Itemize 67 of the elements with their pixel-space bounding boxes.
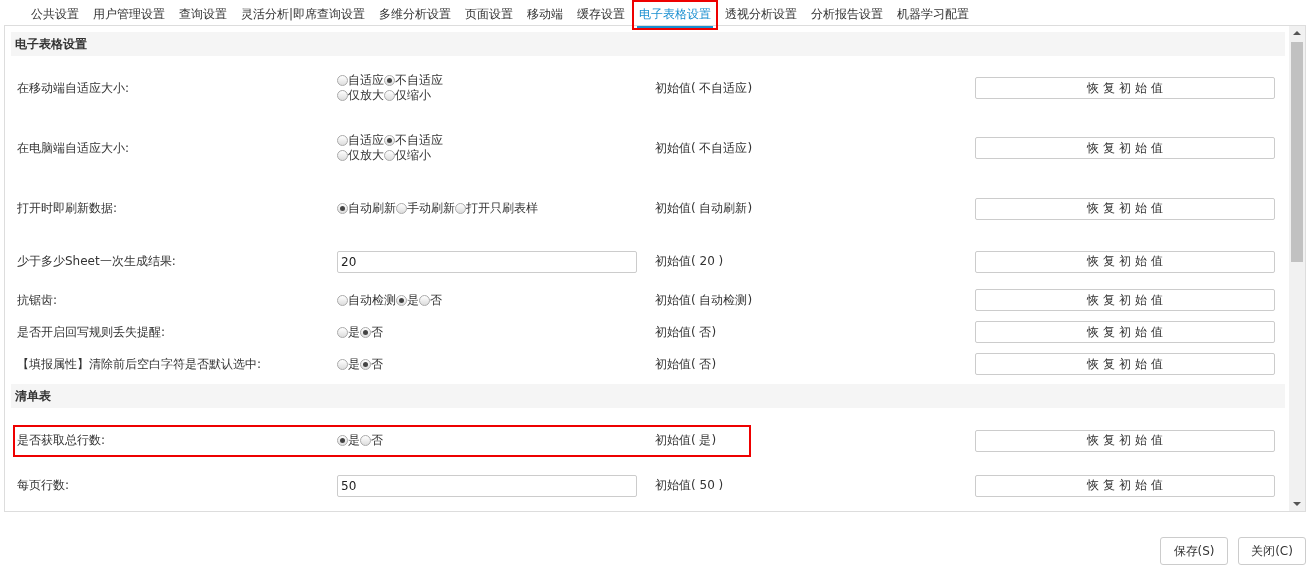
radio-option[interactable]: 手动刷新 [396,201,455,216]
reset-button[interactable]: 恢 复 初 始 值 [975,429,1275,452]
radio-option[interactable]: 否 [360,324,383,340]
scrollbar[interactable] [1289,26,1305,511]
initial-value: 初始值( 否) [655,356,717,371]
tab[interactable]: 灵活分析|即席查询设置 [239,2,368,28]
footer-button[interactable]: 保存(S) [1160,537,1228,565]
radio-option[interactable]: 打开只刷表样 [455,201,538,216]
initial-value: 初始值( 20 ) [655,254,724,268]
setting-label: 在移动端自适应大小: [17,80,130,95]
setting-label: 【填报属性】清除前后空白字符是否默认选中: [17,356,262,371]
radio-option[interactable]: 自动检测 [337,292,396,308]
radio-option[interactable]: 自动刷新 [337,201,396,216]
setting-label: 在电脑端自适应大小: [17,140,130,155]
initial-value: 初始值( 自动刷新) [655,201,753,215]
tab[interactable]: 页面设置 [463,2,516,28]
tab[interactable]: 缓存设置 [575,2,628,28]
tab[interactable]: 公共设置 [29,2,81,28]
tab[interactable]: 多维分析设置 [377,2,454,28]
reset-button[interactable]: 恢 复 初 始 值 [975,197,1275,220]
reset-button[interactable]: 恢 复 初 始 值 [975,474,1275,497]
reset-button[interactable]: 恢 复 初 始 值 [975,77,1275,99]
radio-option[interactable]: 不自适应 [384,133,443,148]
radio-option[interactable]: 不自适应 [384,73,443,88]
setting-label: 是否获取总行数: [17,433,106,447]
radio-option[interactable]: 是 [337,324,360,340]
section-title: 电子表格设置 [15,35,87,53]
setting-label: 每页行数: [17,478,70,492]
radio-option[interactable]: 是 [337,433,360,448]
initial-value: 初始值( 不自适应) [655,140,753,155]
footer-button[interactable]: 关闭(C) [1238,537,1306,565]
tab[interactable]: 透视分析设置 [723,2,800,28]
radio-option[interactable]: 是 [396,292,419,308]
initial-value: 初始值( 自动检测) [655,292,753,307]
setting-label: 打开时即刷新数据: [17,201,118,215]
radio-option[interactable]: 是 [337,356,360,372]
tab[interactable]: 机器学习配置 [895,2,972,28]
radio-option[interactable]: 否 [360,356,383,372]
tab[interactable]: 移动端 [525,2,566,28]
setting-label: 抗锯齿: [17,292,58,307]
scrollbar-thumb[interactable] [1291,42,1303,262]
radio-option[interactable]: 仅放大 [337,148,384,163]
radio-option[interactable]: 自适应 [337,133,384,148]
radio-option[interactable]: 仅放大 [337,88,384,103]
radio-option[interactable]: 仅缩小 [384,88,431,103]
reset-button[interactable]: 恢 复 初 始 值 [975,250,1275,273]
initial-value: 初始值( 不自适应) [655,80,753,95]
reset-button[interactable]: 恢 复 初 始 值 [975,137,1275,159]
tab[interactable]: 电子表格设置 [637,2,714,28]
setting-label: 少于多少Sheet一次生成结果: [17,254,176,268]
tab[interactable]: 分析报告设置 [809,2,886,28]
setting-label: 是否开启回写规则丢失提醒: [17,324,166,339]
tab[interactable]: 用户管理设置 [91,2,167,28]
input-field[interactable]: 20 [337,250,637,273]
initial-value: 初始值( 否) [655,324,717,339]
reset-button[interactable]: 恢 复 初 始 值 [975,353,1275,375]
reset-button[interactable]: 恢 复 初 始 值 [975,321,1275,343]
radio-option[interactable]: 仅缩小 [384,148,431,163]
initial-value: 初始值( 是) [655,433,717,447]
section-title: 清单表 [15,387,51,405]
tab[interactable]: 查询设置 [177,2,229,28]
radio-option[interactable]: 否 [419,292,442,308]
reset-button[interactable]: 恢 复 初 始 值 [975,289,1275,311]
initial-value: 初始值( 50 ) [655,478,724,492]
input-field[interactable]: 50 [337,474,637,497]
radio-option[interactable]: 自适应 [337,73,384,88]
radio-option[interactable]: 否 [360,433,383,448]
